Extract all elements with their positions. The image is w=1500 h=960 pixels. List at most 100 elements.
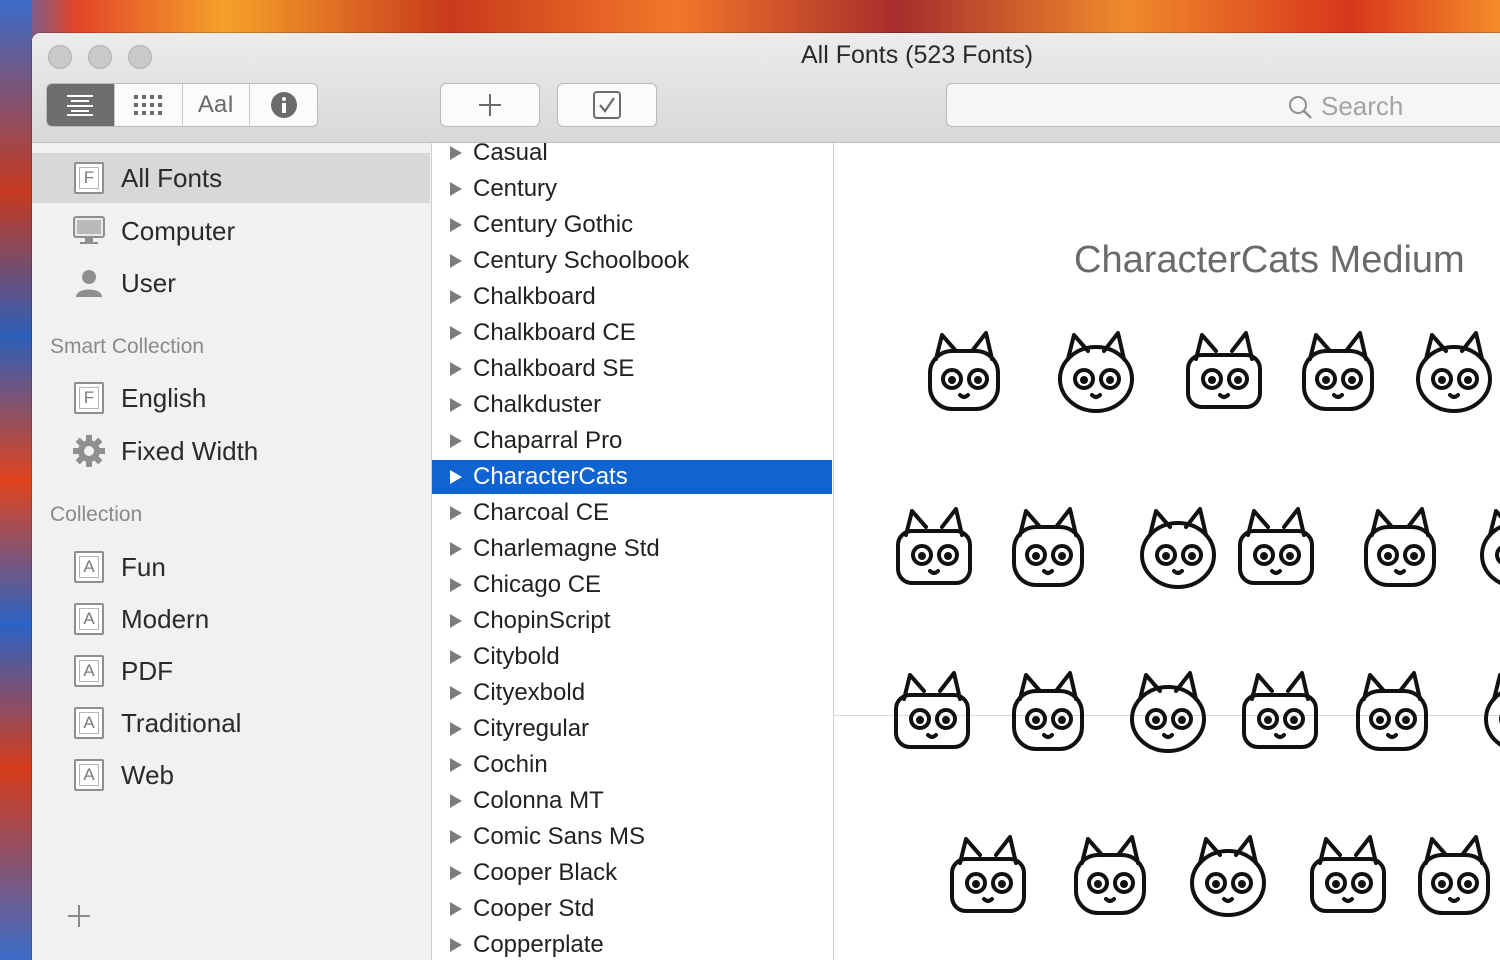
font-list-item-label: Cityexbold <box>473 679 586 706</box>
font-list-item[interactable]: Cochin <box>432 748 832 782</box>
font-list-item[interactable]: Chalkboard SE <box>432 352 832 386</box>
font-list-item[interactable]: Charlemagne Std <box>432 532 832 566</box>
cat-face-glyph-icon <box>1012 507 1084 587</box>
font-list-item[interactable]: Chalkboard CE <box>432 316 832 350</box>
disclosure-triangle-icon[interactable] <box>450 830 462 844</box>
font-list-item-label: Chalkduster <box>473 391 602 418</box>
sidebar-item-label: Web <box>121 759 174 790</box>
font-list-item[interactable]: Chalkboard <box>432 280 832 314</box>
font-list-item[interactable]: Colonna MT <box>432 784 832 818</box>
list-view-icon <box>67 95 94 116</box>
font-list-item[interactable]: Century <box>432 172 832 206</box>
sidebar-item-label: User <box>121 267 176 298</box>
disclosure-triangle-icon[interactable] <box>450 470 462 484</box>
sidebar-item-english[interactable]: F English <box>32 373 430 423</box>
collection-icon: A <box>72 706 106 740</box>
font-list-item[interactable]: Chicago CE <box>432 568 832 602</box>
checkbox-icon <box>593 91 621 119</box>
font-list-item-label: Chaparral Pro <box>473 427 623 454</box>
font-list-item[interactable]: Chalkduster <box>432 388 832 422</box>
disclosure-triangle-icon[interactable] <box>450 218 462 232</box>
disclosure-triangle-icon[interactable] <box>450 902 462 916</box>
validate-font-button[interactable] <box>557 83 657 127</box>
sidebar-item-fixed-width[interactable]: Fixed Width <box>32 426 430 476</box>
grid-view-icon <box>134 95 163 115</box>
sidebar-item-label: Modern <box>121 603 210 634</box>
add-collection-button[interactable] <box>66 899 92 938</box>
sidebar-item-fun[interactable]: A Fun <box>32 542 430 592</box>
search-icon <box>1289 95 1312 119</box>
font-list-item[interactable]: Century Schoolbook <box>432 244 832 278</box>
font-list-item[interactable]: Cityregular <box>432 712 832 746</box>
minimize-window-button[interactable] <box>88 45 112 69</box>
sidebar-item-pdf[interactable]: A PDF <box>32 646 430 696</box>
font-list-item[interactable]: Comic Sans MS <box>432 820 832 854</box>
disclosure-triangle-icon[interactable] <box>450 578 462 592</box>
font-list[interactable]: Casual Century Century Gothic Century Schoo… <box>432 143 834 960</box>
grid-view-button[interactable] <box>115 84 183 126</box>
sidebar-item-computer[interactable]: Computer <box>32 206 430 256</box>
font-list-item[interactable]: Charcoal CE <box>432 496 832 530</box>
list-view-button[interactable] <box>47 84 115 126</box>
sidebar-item-label: PDF <box>121 655 173 686</box>
cat-face-glyph-icon <box>1190 835 1266 917</box>
disclosure-triangle-icon[interactable] <box>450 722 462 736</box>
collection-header: Collection <box>50 503 143 526</box>
sidebar-item-web[interactable]: A Web <box>32 750 430 800</box>
disclosure-triangle-icon[interactable] <box>450 542 462 556</box>
view-mode-segmented-control: AaI <box>46 83 318 127</box>
disclosure-triangle-icon[interactable] <box>450 398 462 412</box>
titlebar: All Fonts (523 Fonts) AaI Search <box>32 33 1500 143</box>
disclosure-triangle-icon[interactable] <box>450 146 462 160</box>
cat-face-glyph-icon <box>1130 671 1206 753</box>
disclosure-triangle-icon[interactable] <box>450 650 462 664</box>
info-view-button[interactable] <box>250 84 317 126</box>
disclosure-triangle-icon[interactable] <box>450 182 462 196</box>
font-list-item-label: Century <box>473 175 558 202</box>
sample-view-button[interactable]: AaI <box>183 84 251 126</box>
cat-face-glyph-icon <box>1484 673 1500 747</box>
disclosure-triangle-icon[interactable] <box>450 794 462 808</box>
collection-icon: A <box>72 602 106 636</box>
font-list-item[interactable]: ChopinScript <box>432 604 832 638</box>
disclosure-triangle-icon[interactable] <box>450 290 462 304</box>
cat-face-glyph-icon <box>1238 507 1314 585</box>
disclosure-triangle-icon[interactable] <box>450 362 462 376</box>
font-list-item[interactable]: Cooper Black <box>432 856 832 890</box>
font-list-item[interactable]: Chaparral Pro <box>432 424 832 458</box>
sidebar-item-label: English <box>121 382 207 413</box>
font-list-item-label: Casual <box>473 143 548 166</box>
disclosure-triangle-icon[interactable] <box>450 938 462 952</box>
disclosure-triangle-icon[interactable] <box>450 506 462 520</box>
sidebar-item-user[interactable]: User <box>32 258 430 308</box>
disclosure-triangle-icon[interactable] <box>450 758 462 772</box>
close-window-button[interactable] <box>48 45 72 69</box>
add-font-button[interactable] <box>440 83 540 127</box>
plus-icon <box>479 94 501 116</box>
sidebar-item-modern[interactable]: A Modern <box>32 594 430 644</box>
font-list-item[interactable]: Casual <box>432 143 832 170</box>
sidebar-item-label: Fixed Width <box>121 435 259 466</box>
sidebar-item-all-fonts[interactable]: F All Fonts <box>32 153 430 203</box>
cat-face-glyph-icon <box>1310 835 1386 913</box>
cat-face-glyph-icon <box>896 507 972 585</box>
font-list-item[interactable]: Century Gothic <box>432 208 832 242</box>
font-list-item[interactable]: Cityexbold <box>432 676 832 710</box>
font-preview-pane: CharacterCats Medium <box>834 143 1500 960</box>
disclosure-triangle-icon[interactable] <box>450 686 462 700</box>
disclosure-triangle-icon[interactable] <box>450 866 462 880</box>
font-list-item-label: Comic Sans MS <box>473 823 646 850</box>
font-list-item[interactable]: Cooper Std <box>432 892 832 926</box>
disclosure-triangle-icon[interactable] <box>450 254 462 268</box>
plus-icon <box>68 905 90 927</box>
font-list-item[interactable]: Citybold <box>432 640 832 674</box>
gear-icon <box>72 434 106 468</box>
search-field[interactable]: Search <box>946 83 1500 127</box>
disclosure-triangle-icon[interactable] <box>450 434 462 448</box>
zoom-window-button[interactable] <box>128 45 152 69</box>
font-list-item[interactable]: Copperplate <box>432 928 832 960</box>
font-list-item[interactable]: CharacterCats <box>432 460 832 494</box>
disclosure-triangle-icon[interactable] <box>450 614 462 628</box>
disclosure-triangle-icon[interactable] <box>450 326 462 340</box>
sidebar-item-traditional[interactable]: A Traditional <box>32 698 430 748</box>
